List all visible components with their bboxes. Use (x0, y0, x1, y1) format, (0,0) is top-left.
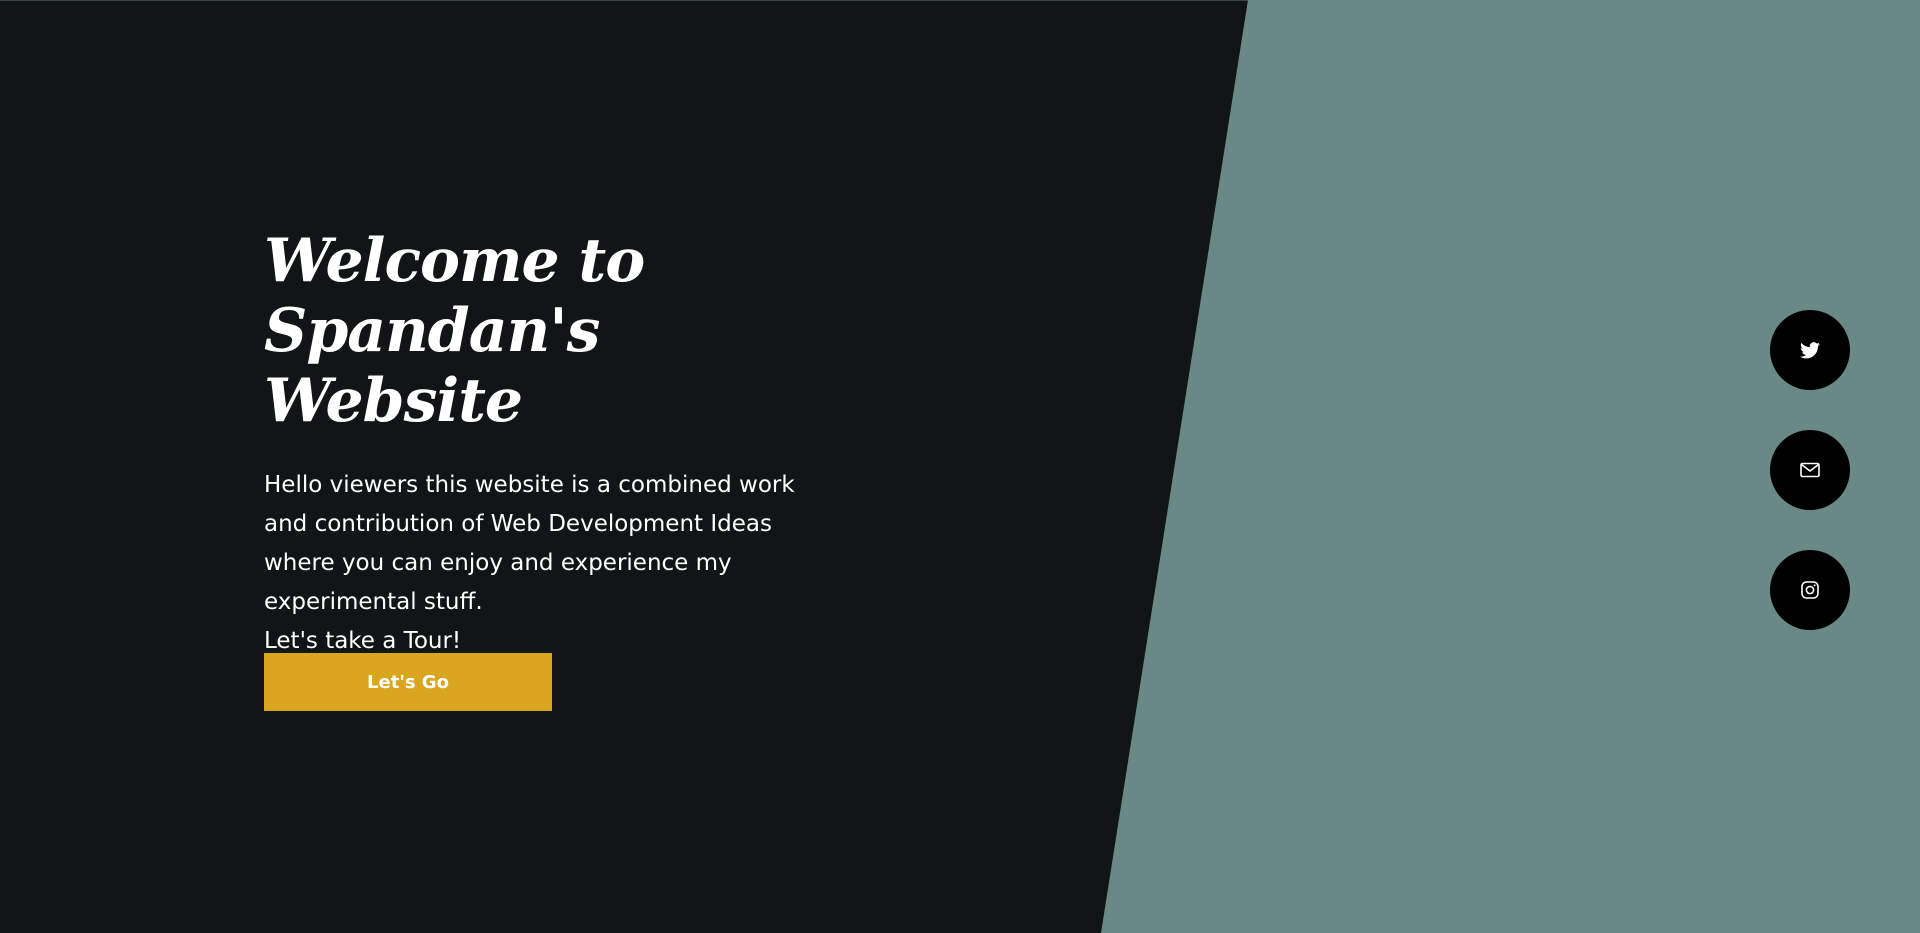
mail-icon (1800, 462, 1820, 478)
twitter-icon (1800, 341, 1820, 358)
mail-link[interactable] (1770, 430, 1850, 510)
lets-go-button[interactable]: Let's Go (264, 653, 552, 711)
hero-title-line2: Spandan's Website (264, 296, 600, 436)
hero-description: Hello viewers this website is a combined… (264, 466, 824, 661)
hero-section: Welcome to Spandan's Website Hello viewe… (264, 226, 844, 661)
twitter-link[interactable] (1770, 310, 1850, 390)
page: Welcome to Spandan's Website Hello viewe… (0, 0, 1920, 933)
hero-title-line1: Welcome to (264, 226, 645, 296)
hero-title: Welcome to Spandan's Website (264, 226, 844, 436)
instagram-link[interactable] (1770, 550, 1850, 630)
instagram-icon (1801, 581, 1819, 599)
hero-paragraph: Hello viewers this website is a combined… (264, 472, 795, 615)
